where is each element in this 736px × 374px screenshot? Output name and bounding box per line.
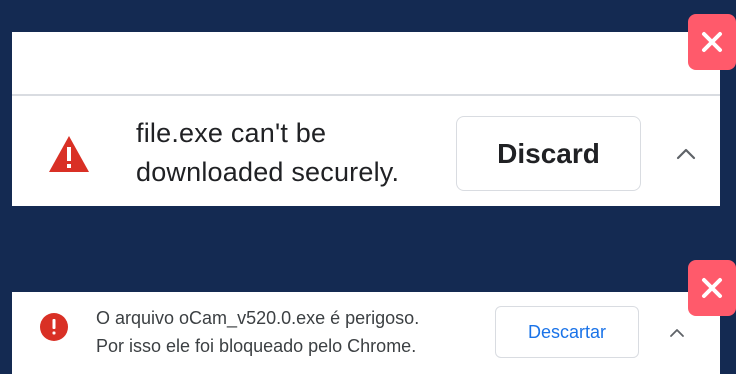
message-line-2: Por isso ele foi bloqueado pelo Chrome. [96, 336, 417, 356]
warning-triangle-icon [49, 136, 89, 172]
download-bar-english: file.exe can't be downloaded securely. D… [12, 32, 720, 206]
download-warning-message: O arquivo oCam_v520.0.exe é perigoso. Po… [96, 304, 496, 360]
discard-button[interactable]: Discard [456, 116, 641, 191]
download-bar-portuguese: O arquivo oCam_v520.0.exe é perigoso. Po… [12, 292, 720, 374]
message-line-2: downloaded securely. [136, 157, 400, 187]
error-circle-icon [40, 313, 68, 341]
close-icon [702, 278, 722, 298]
browser-strip [12, 32, 720, 96]
chevron-up-icon[interactable] [672, 140, 700, 168]
message-line-1: file.exe can't be [136, 118, 327, 148]
discard-button[interactable]: Descartar [495, 306, 639, 358]
close-icon [702, 32, 722, 52]
chevron-up-icon[interactable] [668, 324, 686, 342]
close-button[interactable] [688, 14, 736, 70]
message-line-1: O arquivo oCam_v520.0.exe é perigoso. [96, 308, 420, 328]
download-warning-message: file.exe can't be downloaded securely. [136, 114, 456, 192]
close-button[interactable] [688, 260, 736, 316]
